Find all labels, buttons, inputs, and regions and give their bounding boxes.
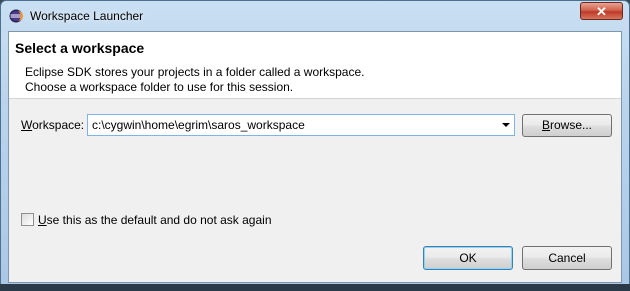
dialog-heading: Select a workspace bbox=[15, 40, 145, 56]
workspace-label-mnemonic: W bbox=[21, 118, 33, 132]
checkbox-label-text: se this as the default and do not ask ag… bbox=[46, 213, 272, 227]
checkbox-label-mnemonic: U bbox=[38, 213, 47, 227]
window-title: Workspace Launcher bbox=[30, 9, 144, 23]
browse-mnemonic: B bbox=[541, 118, 550, 132]
eclipse-icon bbox=[9, 9, 23, 23]
workspace-path-value[interactable]: c:\cygwin\home\egrim\saros_workspace bbox=[92, 118, 305, 132]
dropdown-arrow-icon[interactable] bbox=[502, 123, 510, 127]
close-icon: ✕ bbox=[596, 4, 607, 19]
dialog-banner: Select a workspace Eclipse SDK stores yo… bbox=[9, 32, 621, 99]
cancel-button[interactable]: Cancel bbox=[522, 246, 612, 270]
default-checkbox-label[interactable]: Use this as the default and do not ask a… bbox=[38, 213, 272, 227]
ok-button[interactable]: OK bbox=[423, 246, 513, 270]
dialog-body: Select a workspace Eclipse SDK stores yo… bbox=[8, 31, 622, 283]
workspace-launcher-window: Workspace Launcher ✕ Select a workspace … bbox=[0, 0, 630, 291]
browse-button[interactable]: Browse... bbox=[522, 114, 612, 137]
dialog-description-line-1: Eclipse SDK stores your projects in a fo… bbox=[25, 65, 365, 79]
title-bar[interactable]: Workspace Launcher ✕ bbox=[1, 1, 629, 31]
workspace-label: Workspace: bbox=[21, 118, 84, 132]
desktop-background bbox=[0, 284, 630, 291]
browse-label: rowse... bbox=[550, 118, 593, 132]
workspace-combo[interactable]: c:\cygwin\home\egrim\saros_workspace bbox=[87, 114, 515, 136]
default-checkbox[interactable] bbox=[21, 213, 34, 226]
workspace-label-text: orkspace: bbox=[32, 118, 85, 132]
close-button[interactable]: ✕ bbox=[580, 2, 623, 20]
dialog-description-line-2: Choose a workspace folder to use for thi… bbox=[25, 80, 294, 94]
